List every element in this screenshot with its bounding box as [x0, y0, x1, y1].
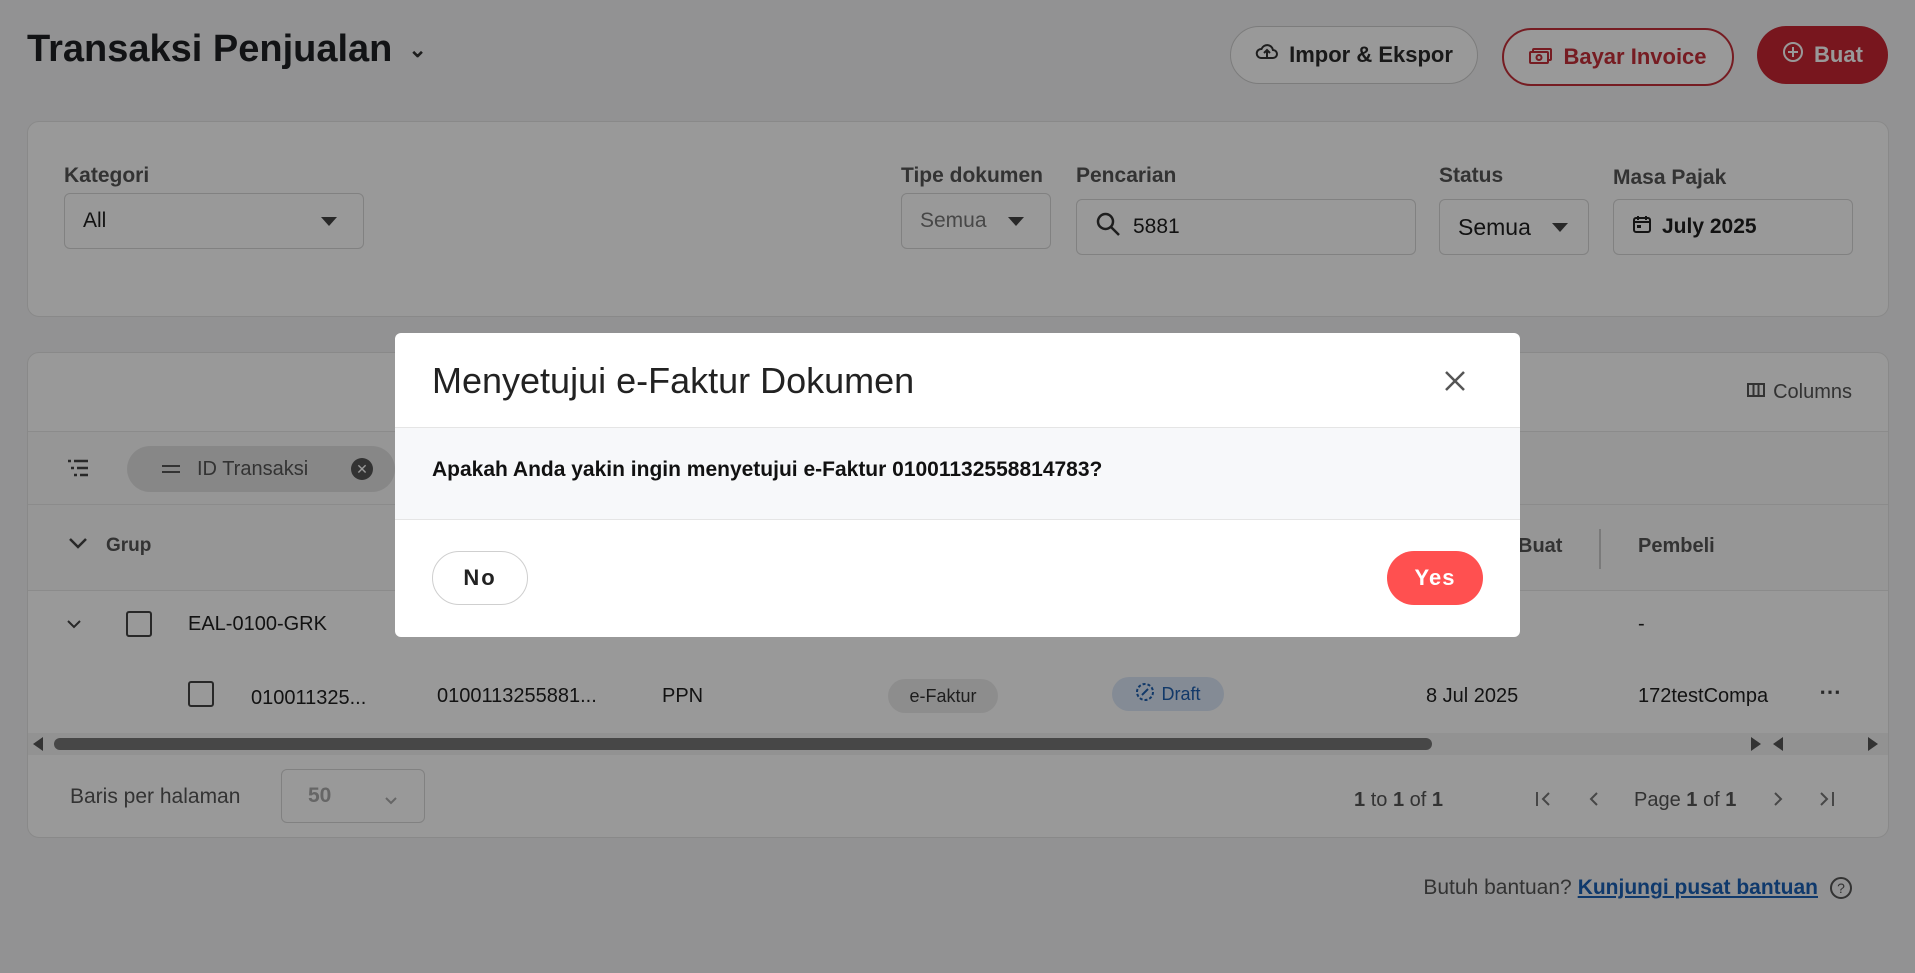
- dialog-header: Menyetujui e-Faktur Dokumen: [395, 333, 1520, 428]
- dialog-title: Menyetujui e-Faktur Dokumen: [432, 360, 915, 401]
- dialog-message: Apakah Anda yakin ingin menyetujui e-Fak…: [432, 458, 1103, 481]
- no-button[interactable]: No: [432, 551, 528, 605]
- close-icon[interactable]: [1440, 366, 1470, 396]
- approve-efaktur-dialog: Menyetujui e-Faktur Dokumen Apakah Anda …: [395, 333, 1520, 637]
- dialog-body: Apakah Anda yakin ingin menyetujui e-Fak…: [395, 428, 1520, 520]
- yes-button[interactable]: Yes: [1387, 551, 1483, 605]
